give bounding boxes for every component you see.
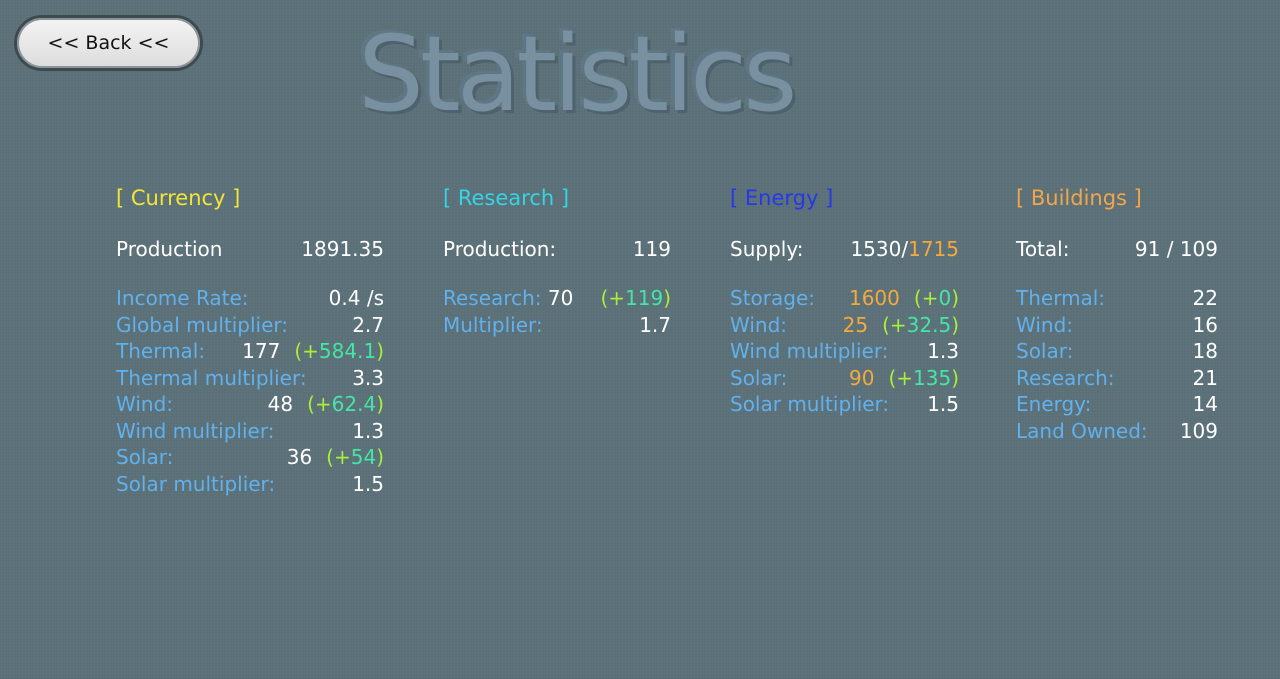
stat-row-energy-wind-multiplier: Wind multiplier: 1.3: [730, 338, 959, 365]
stat-value: 16: [1192, 312, 1218, 337]
energy-header: [ Energy ]: [730, 186, 834, 210]
stat-row-solar: Solar: 36 (+54): [116, 444, 384, 471]
currency-stats-list: Income Rate: 0.4 /s Global multiplier: 2…: [116, 285, 384, 497]
stat-row-wind-multiplier: Wind multiplier: 1.3: [116, 418, 384, 445]
stat-value: 70: [547, 286, 574, 310]
stat-row-research-multiplier: Multiplier: 1.7: [443, 312, 671, 339]
currency-production-label: Production: [116, 237, 223, 261]
stat-value: 3.3: [352, 365, 384, 390]
stat-value: 1.3: [352, 418, 384, 443]
stat-label: Wind:: [730, 312, 788, 337]
stat-value: 1.7: [639, 312, 671, 337]
stat-value: 1.3: [927, 339, 959, 363]
stat-row-income-rate: Income Rate: 0.4 /s: [116, 285, 384, 312]
stat-label: Global multiplier:: [116, 312, 288, 337]
stat-row-storage: Storage: 1600 (+0): [730, 285, 959, 312]
stat-value: 21: [1192, 365, 1218, 390]
stat-value: 1.5: [352, 471, 384, 496]
energy-supply-value: 1530/1715: [850, 237, 959, 261]
stat-row-solar-multiplier: Solar multiplier: 1.5: [116, 471, 384, 498]
stat-label: Solar:: [730, 365, 788, 390]
buildings-total-row: Total: 91 / 109: [1016, 235, 1218, 263]
stat-bonus: (+32.5): [882, 312, 959, 337]
stat-value: 0.4 /s: [328, 286, 384, 310]
stat-row-buildings-energy: Energy: 14: [1016, 391, 1218, 418]
stat-label: Research:: [443, 286, 542, 310]
research-header: [ Research ]: [443, 186, 570, 210]
stat-row-research: Research: 70 (+119): [443, 285, 671, 312]
energy-stats-list: Storage: 1600 (+0) Wind: 25 (+32.5) Wind…: [730, 285, 959, 418]
stat-label: Energy:: [1016, 392, 1092, 416]
stat-row-energy-solar: Solar: 90 (+135): [730, 365, 959, 392]
stat-label: Thermal multiplier:: [116, 365, 307, 390]
research-stats-list: Research: 70 (+119) Multiplier: 1.7: [443, 285, 671, 338]
stat-label: Solar:: [116, 445, 174, 469]
stat-row-buildings-solar: Solar: 18: [1016, 338, 1218, 365]
stat-row-thermal-multiplier: Thermal multiplier: 3.3: [116, 365, 384, 392]
research-production-row: Production: 119: [443, 235, 671, 263]
page-title: Statistics: [358, 13, 797, 135]
stat-value: 2.7: [352, 312, 384, 337]
currency-header: [ Currency ]: [116, 186, 241, 210]
stat-row-buildings-thermal: Thermal: 22: [1016, 285, 1218, 312]
stat-label: Wind multiplier:: [730, 339, 889, 363]
stat-label: Land Owned:: [1016, 418, 1148, 443]
buildings-total-value: 91 / 109: [1134, 237, 1218, 261]
stat-label: Thermal:: [116, 339, 206, 363]
stat-label: Storage:: [730, 286, 815, 310]
stat-bonus: (+54): [326, 445, 384, 469]
stat-row-thermal: Thermal: 177 (+584.1): [116, 338, 384, 365]
currency-panel: [ Currency ] Production 1891.35 Income R…: [116, 182, 384, 497]
research-production-label: Production:: [443, 237, 557, 261]
buildings-stats-list: Thermal: 22 Wind: 16 Solar: 18 Research:…: [1016, 285, 1218, 444]
stat-value: 177: [242, 339, 281, 363]
stat-label: Thermal:: [1016, 286, 1106, 310]
stat-label: Solar multiplier:: [116, 471, 276, 496]
stat-label: Wind:: [1016, 312, 1074, 337]
stat-label: Wind:: [116, 392, 174, 416]
stat-label: Solar:: [1016, 339, 1074, 363]
buildings-header: [ Buildings ]: [1016, 186, 1142, 210]
energy-panel: [ Energy ] Supply: 1530/1715 Storage: 16…: [730, 182, 959, 418]
stat-row-buildings-research: Research: 21: [1016, 365, 1218, 392]
stat-value: 109: [1179, 418, 1218, 443]
stat-value: 1600: [848, 286, 900, 310]
stat-value: 25: [842, 312, 869, 337]
stat-bonus: (+119): [600, 286, 671, 310]
stat-row-energy-solar-multiplier: Solar multiplier: 1.5: [730, 391, 959, 418]
currency-production-value: 1891.35: [301, 237, 384, 261]
stat-row-global-multiplier: Global multiplier: 2.7: [116, 312, 384, 339]
stat-label: Income Rate:: [116, 286, 249, 310]
stat-label: Wind multiplier:: [116, 418, 275, 443]
stat-row-wind: Wind: 48 (+62.4): [116, 391, 384, 418]
stat-value: 22: [1192, 286, 1218, 310]
stat-label: Solar multiplier:: [730, 392, 890, 416]
research-production-value: 119: [632, 237, 671, 261]
stat-value: 48: [267, 392, 294, 416]
stat-value: 1.5: [927, 392, 959, 416]
stat-row-land-owned: Land Owned: 109: [1016, 418, 1218, 445]
stat-bonus: (+0): [913, 286, 959, 310]
stat-label: Multiplier:: [443, 312, 543, 337]
currency-production-row: Production 1891.35: [116, 235, 384, 263]
research-panel: [ Research ] Production: 119 Research: 7…: [443, 182, 671, 338]
stat-row-buildings-wind: Wind: 16: [1016, 312, 1218, 339]
back-button[interactable]: << Back <<: [14, 15, 203, 71]
energy-supply-label: Supply:: [730, 237, 804, 261]
stat-row-energy-wind: Wind: 25 (+32.5): [730, 312, 959, 339]
stat-bonus: (+135): [888, 365, 959, 390]
stat-value: 90: [848, 365, 875, 390]
buildings-panel: [ Buildings ] Total: 91 / 109 Thermal: 2…: [1016, 182, 1218, 444]
buildings-total-label: Total:: [1016, 237, 1070, 261]
stat-bonus: (+62.4): [307, 392, 384, 416]
stat-label: Research:: [1016, 365, 1115, 390]
stat-bonus: (+584.1): [294, 339, 384, 363]
energy-supply-row: Supply: 1530/1715: [730, 235, 959, 263]
stat-value: 14: [1192, 392, 1218, 416]
stat-value: 36: [286, 445, 313, 469]
stat-value: 18: [1192, 339, 1218, 363]
